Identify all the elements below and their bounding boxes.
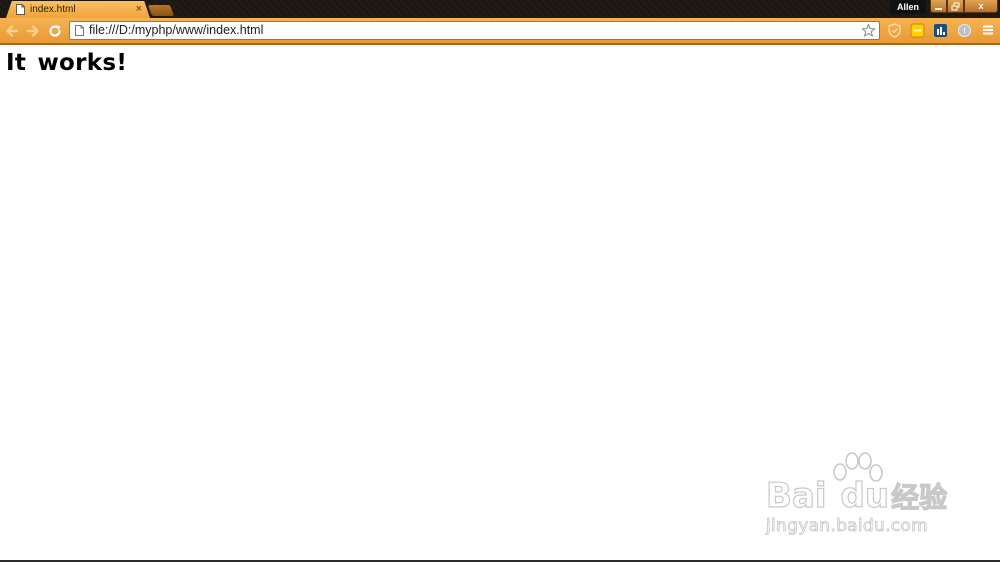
reload-icon	[49, 25, 61, 37]
tab-title: index.html	[30, 4, 76, 15]
hamburger-menu-icon	[983, 25, 993, 35]
reload-button[interactable]	[46, 22, 64, 40]
chart-icon	[933, 23, 947, 37]
shield-extension-icon[interactable]	[886, 22, 902, 38]
new-tab-button[interactable]	[147, 5, 175, 16]
watermark-brand: Bai du经验	[765, 475, 948, 516]
page-heading: It works!	[6, 50, 128, 76]
grey-circle-extension-icon[interactable]: f	[956, 22, 972, 38]
minimize-button[interactable]	[930, 0, 947, 13]
chart-extension-icon[interactable]	[932, 22, 948, 38]
watermark-brand-prefix: Bai	[765, 475, 827, 516]
back-arrow-icon	[6, 25, 19, 37]
circle-icon: f	[957, 23, 971, 37]
profile-button[interactable]: Allen	[890, 0, 926, 14]
minimize-icon	[935, 7, 942, 10]
watermark-brand-chinese: 经验	[890, 480, 948, 514]
back-button[interactable]	[3, 22, 21, 40]
forward-button[interactable]	[24, 22, 42, 40]
bookmark-star-icon[interactable]	[861, 23, 876, 38]
title-bar: index.html × Allen x	[0, 0, 1000, 18]
url-text[interactable]: file:///D:/myphp/www/index.html	[89, 22, 263, 39]
page-icon	[75, 25, 84, 36]
page-icon	[16, 4, 25, 15]
watermark-url: jingyan.baidu.com	[766, 516, 928, 537]
shield-icon	[887, 22, 901, 38]
restore-icon	[951, 2, 960, 10]
browser-toolbar: file:///D:/myphp/www/index.html f	[0, 18, 1000, 45]
restore-button[interactable]	[947, 0, 964, 13]
baidu-jingyan-watermark: Bai du经验 jingyan.baidu.com	[760, 452, 955, 544]
yellow-extension-icon[interactable]	[909, 22, 925, 38]
close-window-button[interactable]: x	[964, 0, 998, 13]
note-icon	[910, 23, 924, 37]
tab-index-html[interactable]: index.html ×	[6, 1, 150, 18]
forward-arrow-icon	[26, 25, 39, 37]
address-bar[interactable]: file:///D:/myphp/www/index.html	[69, 21, 880, 40]
tab-close-icon[interactable]: ×	[136, 3, 142, 15]
menu-button[interactable]	[980, 22, 996, 38]
watermark-brand-suffix: du	[840, 475, 890, 516]
close-icon: x	[978, 1, 984, 11]
